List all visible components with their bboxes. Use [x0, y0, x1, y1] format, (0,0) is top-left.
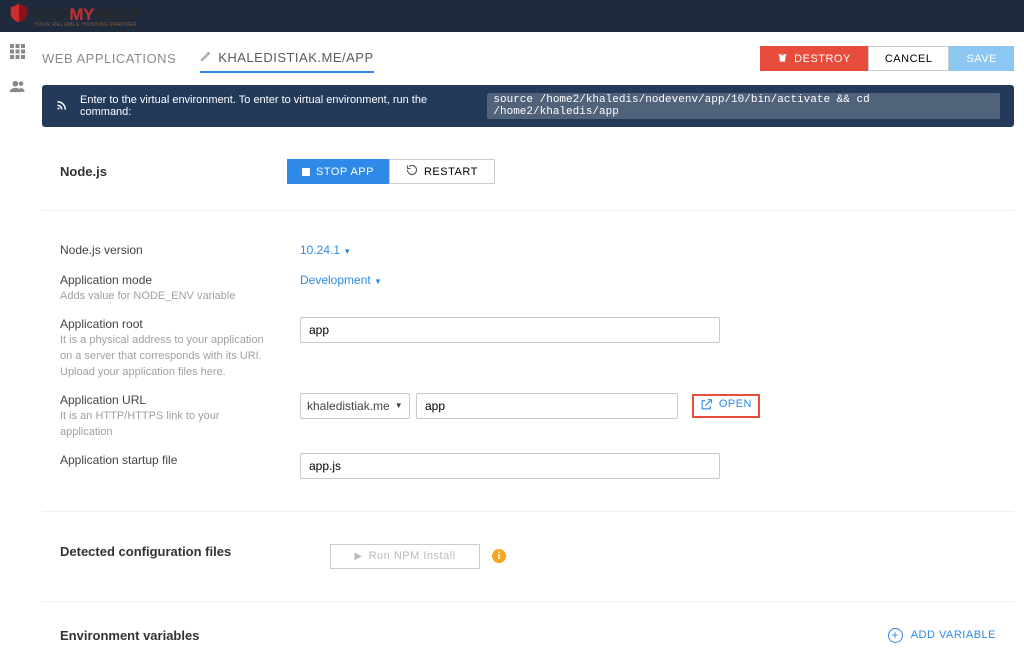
nodejs-version-value: 10.24.1	[300, 243, 340, 257]
destroy-button[interactable]: DESTROY	[760, 46, 868, 71]
app-url-domain-select[interactable]: khaledistiak.me ▼	[300, 393, 410, 419]
app-mode-select[interactable]: Development ▼	[300, 273, 382, 287]
restart-icon	[406, 164, 418, 179]
divider	[42, 210, 1014, 211]
save-button[interactable]: SAVE	[949, 46, 1014, 71]
startup-file-input[interactable]	[300, 453, 720, 479]
brand-logo[interactable]: GOTMYHOST YOUR RELIABLE HOSTING PARTNER	[8, 2, 139, 30]
app-panel: Node.js STOP APP RESTART Node	[42, 143, 1014, 665]
app-url-path-input[interactable]	[416, 393, 678, 419]
config-heading: Detected configuration files	[60, 544, 330, 559]
caret-down-icon: ▼	[395, 401, 403, 410]
play-icon: ▶	[354, 551, 362, 562]
external-link-icon	[700, 398, 713, 411]
warning-icon[interactable]: i	[492, 549, 506, 563]
label-startup-file: Application startup file	[60, 453, 300, 467]
nodejs-heading: Node.js	[60, 164, 107, 179]
destroy-label: DESTROY	[794, 53, 851, 65]
sub-app-root: It is a physical address to your applica…	[60, 333, 270, 381]
brand-tagline: YOUR RELIABLE HOSTING PARTNER	[34, 22, 139, 28]
stop-label: STOP APP	[316, 166, 374, 178]
trash-icon	[777, 52, 788, 66]
users-icon[interactable]	[9, 78, 26, 100]
label-app-mode: Application mode	[60, 273, 300, 287]
open-button[interactable]: OPEN	[700, 398, 752, 411]
grid-icon[interactable]	[10, 44, 25, 64]
caret-down-icon: ▼	[372, 277, 382, 286]
stop-app-button[interactable]: STOP APP	[287, 159, 389, 184]
breadcrumb-current-label: KHALEDISTIAK.ME/APP	[218, 50, 373, 65]
sub-app-mode: Adds value for NODE_ENV variable	[60, 289, 270, 305]
restart-label: RESTART	[424, 166, 478, 178]
caret-down-icon: ▼	[341, 247, 351, 256]
restart-button[interactable]: RESTART	[389, 159, 495, 184]
stop-icon	[302, 168, 310, 176]
label-app-url: Application URL	[60, 393, 300, 407]
sidebar	[0, 32, 34, 665]
label-nodejs-version: Node.js version	[60, 243, 300, 257]
shield-icon	[8, 2, 30, 30]
nodejs-version-select[interactable]: 10.24.1 ▼	[300, 243, 351, 257]
sub-app-url: It is an HTTP/HTTPS link to your applica…	[60, 409, 270, 441]
divider	[42, 511, 1014, 512]
cancel-button[interactable]: CANCEL	[868, 46, 950, 71]
alert-command[interactable]: source /home2/khaledis/nodevenv/app/10/b…	[487, 93, 1000, 119]
info-alert: Enter to the virtual environment. To ent…	[42, 85, 1014, 127]
pencil-icon	[200, 50, 212, 65]
breadcrumb-section[interactable]: WEB APPLICATIONS	[42, 51, 176, 66]
run-npm-install-button[interactable]: ▶ Run NPM Install	[330, 544, 480, 569]
npm-label: Run NPM Install	[369, 550, 456, 562]
label-app-root: Application root	[60, 317, 300, 331]
app-root-input[interactable]	[300, 317, 720, 343]
top-bar: GOTMYHOST YOUR RELIABLE HOSTING PARTNER	[0, 0, 1024, 32]
page-header: WEB APPLICATIONS KHALEDISTIAK.ME/APP DES…	[42, 40, 1014, 85]
alert-text: Enter to the virtual environment. To ent…	[80, 94, 475, 118]
app-url-domain-value: khaledistiak.me	[307, 399, 390, 413]
divider	[42, 601, 1014, 602]
plus-circle-icon: +	[888, 628, 903, 643]
app-mode-value: Development	[300, 273, 371, 287]
env-heading: Environment variables	[60, 628, 199, 643]
open-highlight: OPEN	[692, 394, 760, 418]
add-variable-button[interactable]: + ADD VARIABLE	[888, 628, 996, 643]
open-label: OPEN	[719, 398, 752, 410]
breadcrumb-current: KHALEDISTIAK.ME/APP	[200, 50, 373, 73]
rss-icon	[56, 99, 68, 114]
add-variable-label: ADD VARIABLE	[911, 629, 996, 641]
